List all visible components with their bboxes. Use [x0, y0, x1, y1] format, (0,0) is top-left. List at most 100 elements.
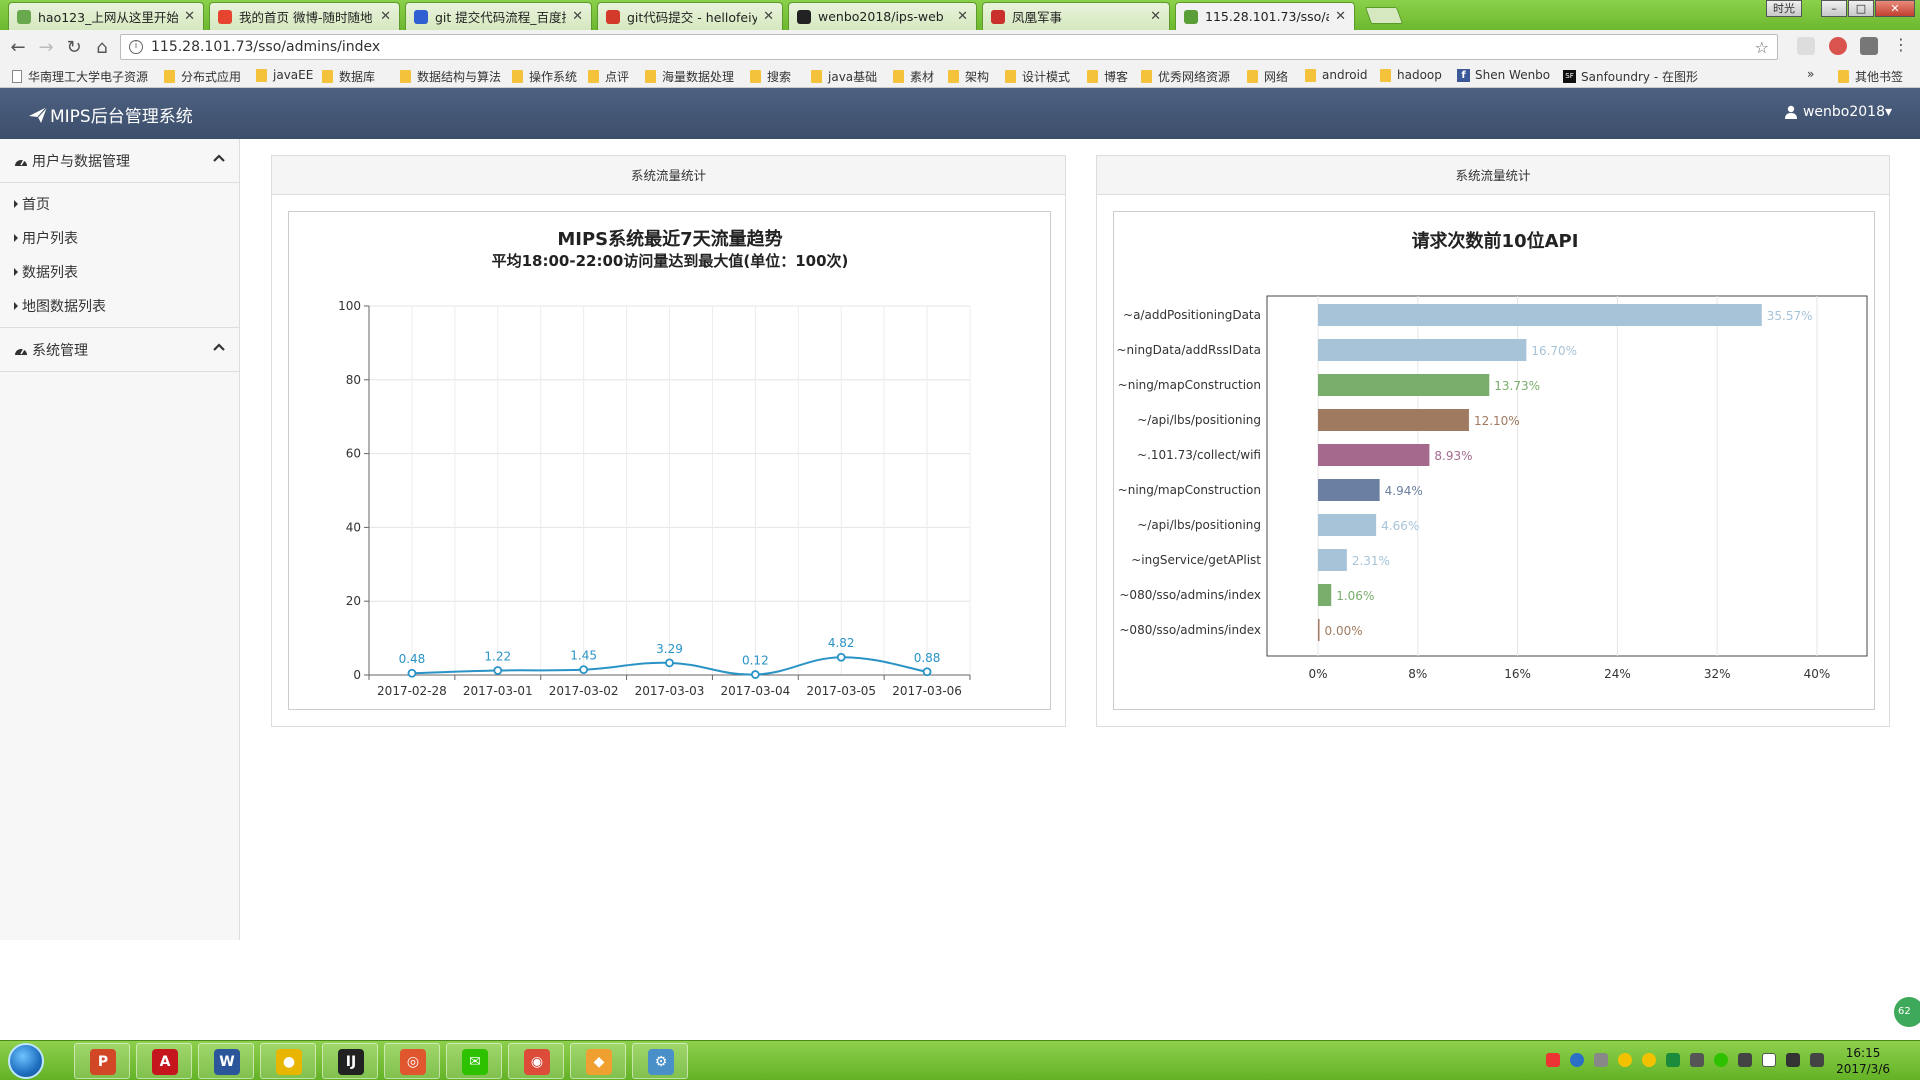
minimize-button[interactable]: – [1821, 0, 1847, 17]
data-point[interactable] [750, 670, 760, 679]
browser-tab[interactable]: 115.28.101.73/sso/adm ✕ [1175, 2, 1355, 30]
back-arrow-icon[interactable]: ← [4, 37, 32, 58]
bar[interactable] [1318, 514, 1377, 536]
bookmark-item[interactable]: 海量数据处理 [645, 68, 734, 85]
data-point[interactable] [407, 668, 417, 678]
browser-tab[interactable]: git代码提交 - hellofeiya ✕ [597, 2, 783, 30]
close-tab-icon[interactable]: ✕ [1335, 9, 1346, 24]
tray-icon[interactable] [1618, 1053, 1632, 1067]
taskbar-app-git-client[interactable]: ◆ [570, 1043, 626, 1079]
bar[interactable] [1318, 339, 1527, 361]
bookmark-item[interactable]: 设计模式 [1005, 68, 1070, 85]
maximize-button[interactable]: □ [1848, 0, 1874, 17]
taskbar-app-powerpoint[interactable]: P [74, 1043, 130, 1079]
sidebar-section-data-management[interactable]: 用户与数据管理 [0, 139, 239, 183]
sidebar-section-system-management[interactable]: 系统管理 [0, 328, 239, 372]
bar[interactable] [1318, 549, 1347, 571]
bookmark-item[interactable]: javaEE [256, 68, 313, 82]
taskbar-app-word[interactable]: W [198, 1043, 254, 1079]
tray-icon[interactable] [1762, 1053, 1776, 1067]
bookmark-item[interactable]: 华南理工大学电子资源 [12, 68, 148, 85]
close-tab-icon[interactable]: ✕ [184, 9, 195, 24]
bookmark-item[interactable]: f Shen Wenbo [1457, 68, 1550, 82]
other-bookmarks-button[interactable]: 其他书签 [1838, 68, 1903, 85]
sidebar-item-home[interactable]: 首页 [0, 187, 239, 221]
bookmark-item[interactable]: 数据结构与算法 [400, 68, 501, 85]
browser-tab[interactable]: hao123_上网从这里开始 ✕ [8, 2, 204, 30]
chevron-up-icon[interactable] [213, 153, 225, 163]
menu-dots-icon[interactable]: ⋮ [1893, 37, 1909, 55]
browser-tab[interactable]: 我的首页 微博-随时随地 ✕ [209, 2, 400, 30]
bookmark-item[interactable]: 搜索 [750, 68, 791, 85]
volume-icon[interactable] [1690, 1053, 1704, 1067]
close-tab-icon[interactable]: ✕ [572, 9, 583, 24]
address-bar[interactable]: i 115.28.101.73/sso/admins/index ☆ [120, 34, 1778, 60]
close-tab-icon[interactable]: ✕ [957, 9, 968, 24]
data-point[interactable] [836, 652, 846, 662]
close-tab-icon[interactable]: ✕ [1150, 9, 1161, 24]
bookmark-item[interactable]: SF Sanfoundry - 在图形 [1563, 68, 1698, 85]
bookmark-star-icon[interactable]: ☆ [1755, 38, 1769, 57]
close-tab-icon[interactable]: ✕ [763, 9, 774, 24]
network-icon[interactable] [1738, 1053, 1752, 1067]
bar[interactable] [1318, 619, 1320, 641]
bookmark-item[interactable]: 点评 [588, 68, 629, 85]
bar[interactable] [1318, 409, 1469, 431]
bookmark-item[interactable]: 分布式应用 [164, 68, 241, 85]
taskbar-app-acrobat[interactable]: A [136, 1043, 192, 1079]
tray-icon[interactable] [1786, 1053, 1800, 1067]
forward-arrow-icon[interactable]: → [32, 37, 60, 58]
extension-icon[interactable] [1860, 37, 1878, 55]
bar[interactable] [1318, 374, 1490, 396]
bar[interactable] [1318, 584, 1332, 606]
more-bookmarks-button[interactable]: » [1807, 67, 1814, 81]
sidebar-item-data-list[interactable]: 数据列表 [0, 255, 239, 289]
bookmark-item[interactable]: 架构 [948, 68, 989, 85]
browser-tab[interactable]: 凤凰军事 ✕ [982, 2, 1170, 30]
taskbar-app-app-snail[interactable]: ◎ [384, 1043, 440, 1079]
taskbar-app-network-app[interactable]: ⚙ [632, 1043, 688, 1079]
bookmark-item[interactable]: 数据库 [322, 68, 375, 85]
time-badge[interactable]: 时光 [1766, 0, 1802, 17]
tray-icon[interactable] [1570, 1053, 1584, 1067]
browser-tab[interactable]: wenbo2018/ips-web ✕ [788, 2, 977, 30]
sidebar-item-user-list[interactable]: 用户列表 [0, 221, 239, 255]
floating-badge[interactable]: 62 [1892, 995, 1920, 1029]
data-point[interactable] [579, 665, 589, 675]
tray-icon[interactable] [1594, 1053, 1608, 1067]
home-icon[interactable]: ⌂ [88, 37, 116, 58]
new-tab-button[interactable] [1364, 7, 1404, 24]
tray-icon[interactable] [1666, 1053, 1680, 1067]
bookmark-item[interactable]: 网络 [1247, 68, 1288, 85]
bookmark-item[interactable]: 素材 [893, 68, 934, 85]
bookmark-item[interactable]: java基础 [811, 68, 877, 85]
chevron-up-icon[interactable] [213, 342, 225, 352]
bar[interactable] [1318, 304, 1762, 326]
data-point[interactable] [665, 658, 674, 668]
bookmark-item[interactable]: 优秀网络资源 [1141, 68, 1230, 85]
speaker-icon[interactable] [1810, 1053, 1824, 1067]
bookmark-item[interactable]: hadoop [1380, 68, 1442, 82]
bookmark-item[interactable]: 博客 [1087, 68, 1128, 85]
close-tab-icon[interactable]: ✕ [380, 9, 391, 24]
taskbar-app-wechat[interactable]: ✉ [446, 1043, 502, 1079]
sidebar-item-map-data-list[interactable]: 地图数据列表 [0, 289, 239, 323]
start-button[interactable] [8, 1043, 44, 1079]
taskbar-app-intellij[interactable]: IJ [322, 1043, 378, 1079]
taskbar-app-chrome[interactable]: ◉ [508, 1043, 564, 1079]
extension-icon[interactable] [1797, 37, 1815, 55]
browser-tab[interactable]: git 提交代码流程_百度搜 ✕ [405, 2, 592, 30]
user-menu[interactable]: wenbo2018▾ [1784, 104, 1892, 120]
tray-icon[interactable] [1714, 1053, 1728, 1067]
bookmark-item[interactable]: 操作系统 [512, 68, 577, 85]
app-brand[interactable]: MIPS后台管理系统 [28, 102, 193, 127]
data-point[interactable] [922, 667, 932, 677]
bar[interactable] [1318, 444, 1430, 466]
info-icon[interactable]: i [129, 40, 143, 54]
close-window-button[interactable]: ✕ [1875, 0, 1915, 17]
tray-icon[interactable] [1546, 1053, 1560, 1067]
data-point[interactable] [493, 666, 503, 675]
taskbar-app-app-yellow[interactable]: ● [260, 1043, 316, 1079]
bookmark-item[interactable]: android [1305, 68, 1368, 82]
bar[interactable] [1318, 479, 1380, 501]
